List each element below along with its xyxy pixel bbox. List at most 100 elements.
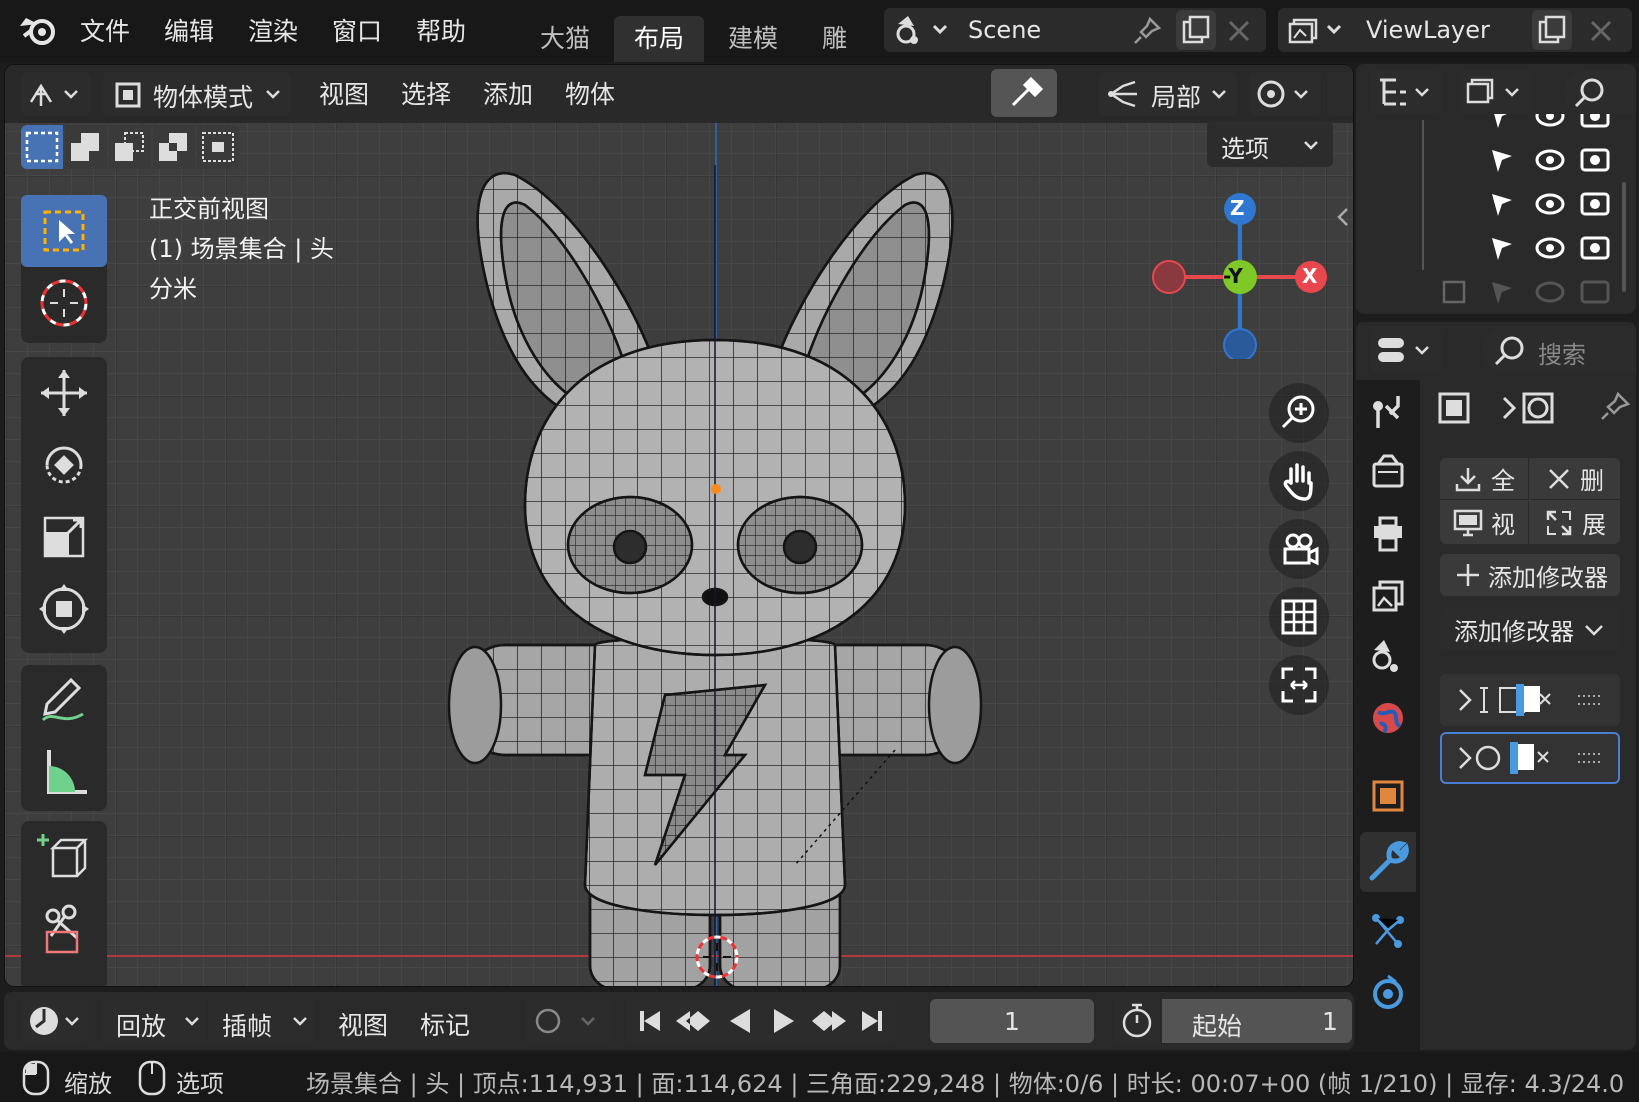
tab-modeling[interactable]: 建模 bbox=[708, 16, 798, 62]
menu-select[interactable]: 选择 bbox=[401, 75, 451, 111]
3d-cursor[interactable] bbox=[693, 933, 741, 981]
scene-tab-icon[interactable] bbox=[1370, 636, 1406, 676]
measure-icon[interactable] bbox=[21, 737, 107, 809]
properties-editor-type[interactable] bbox=[1370, 328, 1442, 372]
tab-damao[interactable]: 大猫 bbox=[520, 16, 610, 62]
menu-help[interactable]: 帮助 bbox=[416, 12, 466, 48]
outliner-row[interactable] bbox=[1486, 230, 1626, 266]
annotate-icon[interactable] bbox=[21, 665, 107, 737]
scene-name[interactable]: Scene bbox=[968, 16, 1041, 44]
frame-selected-icon[interactable] bbox=[1269, 655, 1329, 715]
keying-menu[interactable]: 插帧 bbox=[208, 999, 314, 1043]
eyedropper-button[interactable] bbox=[991, 69, 1057, 117]
3d-viewport[interactable]: 物体模式 视图 选择 添加 物体 局部 选项 正交前视图 (1) 场景集合 | … bbox=[4, 64, 1354, 987]
properties-search[interactable]: 搜索 bbox=[1482, 328, 1636, 372]
menu-view[interactable]: 视图 bbox=[319, 75, 369, 111]
timeline-marker-menu[interactable]: 标记 bbox=[420, 1006, 470, 1042]
scale-icon[interactable] bbox=[21, 501, 107, 573]
editor-type-button[interactable] bbox=[21, 72, 91, 116]
playback-menu[interactable]: 回放 bbox=[102, 999, 206, 1043]
output-tab-icon[interactable] bbox=[1370, 514, 1406, 554]
outliner-row-disabled[interactable] bbox=[1440, 274, 1626, 310]
select-subtract-icon[interactable] bbox=[109, 125, 151, 169]
menu-file[interactable]: 文件 bbox=[80, 12, 130, 48]
object-tab-icon[interactable] bbox=[1370, 776, 1406, 816]
scene-icon[interactable] bbox=[894, 14, 950, 46]
transform-orientation-selector[interactable]: 局部 bbox=[1099, 72, 1237, 116]
modifier-tab-icon[interactable] bbox=[1360, 832, 1416, 892]
outliner-display-mode[interactable] bbox=[1370, 70, 1442, 114]
expand-button[interactable]: 展 bbox=[1530, 501, 1620, 544]
view-layer-icon[interactable] bbox=[1286, 14, 1346, 46]
rotate-icon[interactable] bbox=[21, 429, 107, 501]
object-data-icon[interactable] bbox=[1436, 390, 1472, 426]
outliner-filter-icon[interactable] bbox=[1460, 70, 1532, 114]
menu-add[interactable]: 添加 bbox=[483, 75, 533, 111]
pivot-selector[interactable] bbox=[1249, 72, 1321, 116]
modifier-item[interactable] bbox=[1440, 674, 1620, 726]
modifier-item-active[interactable] bbox=[1440, 732, 1620, 784]
outliner-row[interactable] bbox=[1486, 186, 1626, 222]
menu-edit[interactable]: 编辑 bbox=[164, 12, 214, 48]
new-view-layer-button[interactable] bbox=[1532, 10, 1572, 50]
sidebar-toggle-icon[interactable] bbox=[1335, 205, 1351, 229]
navigation-gizmo[interactable]: Z X -Y bbox=[1145, 189, 1335, 359]
mode-selector[interactable]: 物体模式 bbox=[103, 72, 291, 116]
viewport-toggle-button[interactable]: 视 bbox=[1440, 501, 1529, 544]
particles-tab-icon[interactable] bbox=[1370, 910, 1406, 950]
menu-render[interactable]: 渲染 bbox=[248, 12, 298, 48]
select-extend-icon[interactable] bbox=[65, 125, 107, 169]
play-icon[interactable] bbox=[764, 1003, 804, 1039]
select-intersect-icon[interactable] bbox=[197, 125, 239, 169]
blender-logo-icon[interactable] bbox=[18, 12, 60, 48]
tool-tab-icon[interactable] bbox=[1370, 392, 1406, 432]
stopwatch-icon[interactable] bbox=[1114, 999, 1160, 1043]
outliner-row[interactable] bbox=[1486, 142, 1626, 178]
auto-key-toggle[interactable] bbox=[526, 999, 612, 1043]
outliner-scrollbar[interactable] bbox=[1622, 182, 1626, 292]
jump-start-icon[interactable] bbox=[630, 1003, 670, 1039]
tab-sculpt[interactable]: 雕刻 bbox=[802, 16, 872, 62]
zoom-icon[interactable] bbox=[1269, 383, 1329, 443]
add-modifier-button[interactable]: 添加修改器 bbox=[1440, 554, 1620, 596]
ortho-grid-icon[interactable] bbox=[1269, 587, 1329, 647]
add-cube-icon[interactable] bbox=[21, 821, 107, 893]
world-tab-icon[interactable] bbox=[1370, 698, 1406, 738]
close-scene-icon[interactable] bbox=[1224, 16, 1254, 46]
pin-icon[interactable] bbox=[1132, 16, 1162, 46]
menu-window[interactable]: 窗口 bbox=[332, 12, 382, 48]
view-layer-name[interactable]: ViewLayer bbox=[1366, 16, 1490, 44]
pan-hand-icon[interactable] bbox=[1269, 451, 1329, 511]
add-modifier-dropdown[interactable]: 添加修改器 bbox=[1440, 608, 1620, 650]
close-view-layer-icon[interactable] bbox=[1586, 16, 1616, 46]
timeline-view-menu[interactable]: 视图 bbox=[338, 1006, 388, 1042]
render-tab-icon[interactable] bbox=[1370, 452, 1406, 492]
physics-tab-icon[interactable] bbox=[1370, 972, 1406, 1012]
character-model[interactable] bbox=[445, 165, 985, 986]
delete-all-button[interactable]: 删 bbox=[1530, 458, 1620, 500]
apply-all-button[interactable]: 全 bbox=[1440, 458, 1529, 500]
cut-icon[interactable] bbox=[21, 893, 107, 965]
select-box-icon[interactable] bbox=[21, 195, 107, 267]
view-layer-tab-icon[interactable] bbox=[1370, 576, 1406, 616]
outliner-row[interactable] bbox=[1486, 114, 1626, 134]
prev-keyframe-icon[interactable] bbox=[672, 1003, 716, 1039]
play-reverse-icon[interactable] bbox=[720, 1003, 760, 1039]
jump-end-icon[interactable] bbox=[852, 1003, 892, 1039]
next-keyframe-icon[interactable] bbox=[806, 1003, 850, 1039]
menu-object[interactable]: 物体 bbox=[565, 75, 615, 111]
start-frame-field[interactable]: 起始 1 bbox=[1162, 999, 1352, 1043]
cursor-icon[interactable] bbox=[21, 267, 107, 339]
select-difference-icon[interactable] bbox=[153, 125, 195, 169]
camera-view-icon[interactable] bbox=[1269, 519, 1329, 579]
outliner-search-icon[interactable] bbox=[1564, 70, 1636, 114]
modifier-breadcrumb-icon[interactable] bbox=[1500, 390, 1560, 426]
pin-icon[interactable] bbox=[1598, 390, 1632, 424]
new-scene-button[interactable] bbox=[1176, 10, 1216, 50]
snap-toggle-icon[interactable] bbox=[1327, 72, 1353, 116]
move-icon[interactable] bbox=[21, 357, 107, 429]
options-dropdown[interactable]: 选项 bbox=[1207, 121, 1333, 167]
tab-layout[interactable]: 布局 bbox=[614, 16, 705, 62]
select-new-icon[interactable] bbox=[21, 125, 63, 169]
transform-icon[interactable] bbox=[21, 573, 107, 645]
